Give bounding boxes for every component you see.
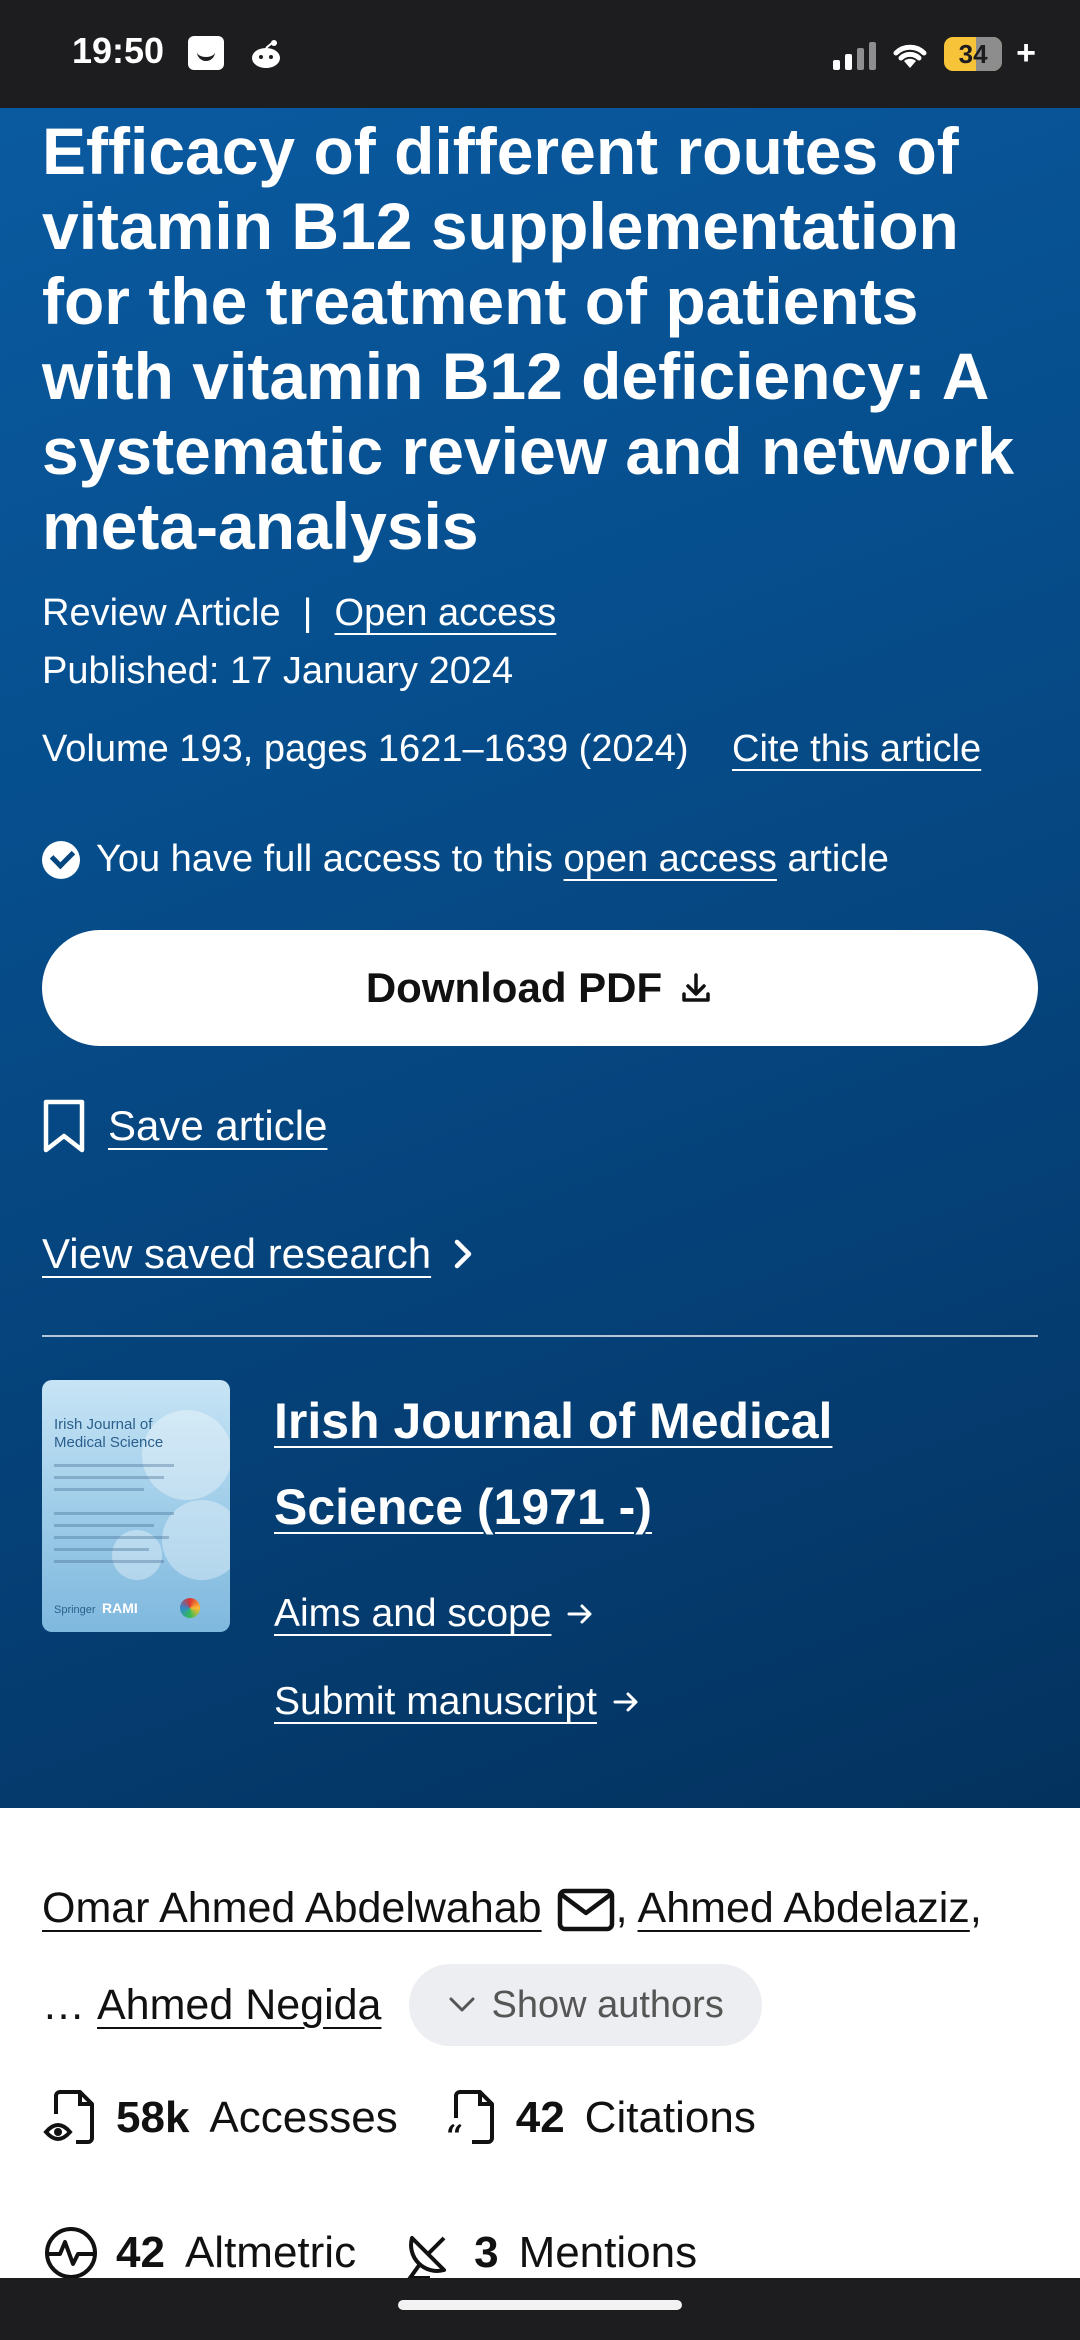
ellipsis: … xyxy=(42,1980,85,2029)
comma: , xyxy=(969,1884,982,1932)
submit-label: Submit manuscript xyxy=(274,1680,597,1723)
reddit-app-icon xyxy=(252,40,280,68)
open-access-link[interactable]: Open access xyxy=(335,592,557,634)
show-authors-label: Show authors xyxy=(491,1983,724,2026)
view-saved-research-link[interactable]: View saved research xyxy=(42,1230,475,1278)
download-pdf-button[interactable]: Download PDF xyxy=(42,930,1038,1046)
save-article-label: Save article xyxy=(108,1102,328,1149)
accesses-label: Accesses xyxy=(209,2093,398,2142)
cover-publisher-rami: RAMI xyxy=(102,1600,138,1616)
show-authors-button[interactable]: Show authors xyxy=(409,1964,762,2046)
comma: , xyxy=(615,1884,628,1932)
cover-title: Irish Journal of Medical Science xyxy=(54,1416,164,1451)
cover-publisher-springer: Springer xyxy=(54,1604,96,1616)
view-saved-label: View saved research xyxy=(42,1230,432,1277)
inbox-app-icon xyxy=(188,36,224,70)
metrics-row-2: 42 Altmetric 3 Mentions xyxy=(42,2224,741,2282)
arrow-right-icon xyxy=(613,1692,638,1712)
cover-logo-icon xyxy=(180,1598,200,1618)
chevron-down-icon xyxy=(449,1997,475,2012)
citations-metric[interactable]: “ 42 Citations xyxy=(442,2088,756,2148)
document-quote-icon: “ xyxy=(446,2090,494,2148)
divider xyxy=(42,1335,1038,1337)
metrics-row: 58k Accesses “ 42 Citations xyxy=(42,2088,800,2148)
cite-article-link[interactable]: Cite this article xyxy=(732,728,981,771)
citations-label: Citations xyxy=(584,2093,756,2142)
email-icon[interactable] xyxy=(556,1885,616,1933)
authors-row: … Ahmed Negida Show authors xyxy=(42,1964,762,2046)
separator: | xyxy=(302,592,313,634)
document-eye-icon xyxy=(43,2090,94,2144)
access-text-pre: You have full access to this xyxy=(96,838,553,880)
download-icon xyxy=(682,973,710,1002)
mentions-metric[interactable]: 3 Mentions xyxy=(400,2224,697,2282)
aims-label: Aims and scope xyxy=(274,1592,552,1635)
status-bar: 19:50 34 + xyxy=(0,0,1080,108)
altmetric-icon xyxy=(45,2227,97,2279)
altmetric-label: Altmetric xyxy=(184,2228,357,2277)
satellite-dish-icon xyxy=(406,2236,447,2280)
accesses-value: 58k xyxy=(116,2093,190,2142)
svg-text:“: “ xyxy=(446,2119,463,2148)
wifi-icon xyxy=(893,44,927,68)
authors-row: Omar Ahmed Abdelwahab , Ahmed Abdelaziz … xyxy=(42,1884,982,1933)
download-pdf-label: Download PDF xyxy=(365,964,663,1011)
author-link[interactable]: Omar Ahmed Abdelwahab xyxy=(42,1884,542,1933)
altmetric-metric[interactable]: 42 Altmetric xyxy=(42,2224,356,2282)
cellular-signal-icon xyxy=(833,38,877,70)
volume-info: Volume 193, pages 1621–1639 (2024) xyxy=(42,728,689,770)
status-time: 19:50 xyxy=(72,30,165,71)
article-header: Efficacy of different routes of vitamin … xyxy=(0,108,1080,1808)
aims-and-scope-link[interactable]: Aims and scope xyxy=(274,1592,595,1636)
author-link[interactable]: Ahmed Abdelaziz xyxy=(638,1884,970,1933)
author-link[interactable]: Ahmed Negida xyxy=(97,1981,381,2030)
journal-name-link[interactable]: Irish Journal of Medical Science (1971 -… xyxy=(274,1378,1034,1550)
bookmark-icon xyxy=(43,1099,85,1153)
citations-value: 42 xyxy=(515,2093,565,2142)
home-indicator[interactable] xyxy=(398,2300,682,2310)
journal-cover-image[interactable]: Irish Journal of Medical Science Springer… xyxy=(42,1380,230,1632)
access-notice: You have full access to this open access… xyxy=(42,838,889,881)
altmetric-value: 42 xyxy=(116,2228,165,2277)
mentions-value: 3 xyxy=(474,2228,499,2277)
save-article-button[interactable]: Save article xyxy=(42,1098,327,1154)
published-date: Published: 17 January 2024 xyxy=(42,650,514,692)
article-type-row: Review Article | Open access xyxy=(42,592,556,635)
battery-level: 34 xyxy=(958,38,988,69)
article-type: Review Article xyxy=(42,592,281,634)
check-circle-icon xyxy=(42,840,80,879)
access-text-post: article xyxy=(787,838,889,880)
submit-manuscript-link[interactable]: Submit manuscript xyxy=(274,1680,641,1724)
battery-icon: 34 xyxy=(944,36,1003,71)
mentions-label: Mentions xyxy=(518,2228,698,2277)
accesses-metric[interactable]: 58k Accesses xyxy=(42,2088,398,2148)
arrow-right-icon xyxy=(567,1604,592,1624)
chevron-right-icon xyxy=(454,1239,472,1269)
charging-plus: + xyxy=(1016,34,1036,72)
article-title: Efficacy of different routes of vitamin … xyxy=(42,114,1015,563)
open-access-inline-link[interactable]: open access xyxy=(564,838,777,881)
